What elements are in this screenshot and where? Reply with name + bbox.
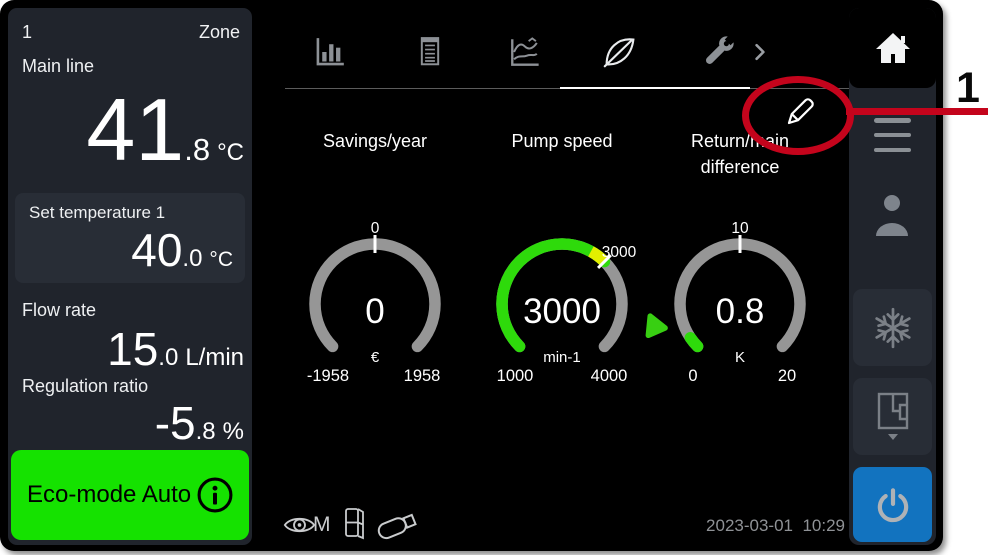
set-temperature-label: Set temperature 1 bbox=[29, 203, 165, 223]
home-icon bbox=[873, 29, 913, 67]
tabs-more-button[interactable] bbox=[745, 30, 775, 74]
gauge-unit: € bbox=[290, 349, 460, 366]
gauge-unit: K bbox=[655, 349, 825, 366]
chevron-right-icon bbox=[749, 35, 771, 69]
set-temperature-value: 40.0 °C bbox=[131, 227, 233, 273]
tab-eco[interactable] bbox=[598, 30, 642, 74]
menu-icon bbox=[874, 133, 911, 138]
monitor-eye-icon bbox=[283, 512, 316, 543]
flow-rate-value: 15.0L/min bbox=[107, 326, 244, 372]
annotation-circle bbox=[742, 76, 854, 155]
gauge-tick-label: 10 bbox=[655, 220, 825, 238]
datetime: 2023-03-01 10:29 bbox=[620, 516, 845, 536]
gauge-value: 3000 bbox=[477, 294, 647, 330]
user-icon bbox=[872, 192, 912, 238]
flow-rate-label: Flow rate bbox=[22, 300, 96, 321]
tab-settings[interactable] bbox=[696, 30, 740, 74]
gauge-max: 4000 bbox=[571, 367, 647, 386]
gauge-title-pump-speed: Pump speed bbox=[487, 128, 637, 154]
gauge-return-main-difference: 10 0.8 K 0 20 bbox=[655, 222, 825, 392]
gauge-min: 0 bbox=[655, 367, 731, 386]
gauge-unit: min-1 bbox=[477, 349, 647, 366]
zone-label: Zone bbox=[199, 22, 240, 43]
main-line-label: Main line bbox=[22, 56, 94, 77]
active-tab-underline bbox=[560, 87, 750, 89]
regulation-ratio-value-int: -5 bbox=[155, 400, 196, 446]
eco-mode-button[interactable]: Eco-mode Auto bbox=[11, 450, 249, 540]
main-line-unit: °C bbox=[217, 139, 244, 167]
gauge-min: -1958 bbox=[290, 367, 366, 386]
screenshot-stage: 1 Zone Main line 41.8°C Set temperature … bbox=[0, 0, 988, 555]
tab-statistics[interactable] bbox=[308, 30, 352, 74]
gauge-min: 1000 bbox=[477, 367, 553, 386]
sidebar-menu-button[interactable] bbox=[874, 118, 911, 152]
zone-panel[interactable]: 1 Zone Main line 41.8°C Set temperature … bbox=[8, 8, 252, 545]
set-temperature-value-int: 40 bbox=[131, 227, 182, 273]
regulation-ratio-unit: % bbox=[223, 418, 244, 446]
set-temperature-unit: °C bbox=[209, 248, 233, 272]
module-icon bbox=[343, 504, 367, 547]
annotation-number: 1 bbox=[948, 64, 988, 113]
gauge-title-savings: Savings/year bbox=[300, 128, 450, 154]
zones-icon bbox=[871, 391, 915, 443]
trend-icon bbox=[505, 32, 545, 72]
info-icon[interactable] bbox=[195, 475, 235, 515]
regulation-ratio-value-dec: .8 bbox=[196, 418, 216, 446]
gauge-tick-label: 0 bbox=[290, 220, 460, 238]
gauge-pump-speed: 3000 3000 min-1 1000 4000 bbox=[477, 222, 647, 392]
tab-log[interactable] bbox=[408, 30, 452, 74]
bar-chart-icon bbox=[311, 33, 349, 71]
power-icon bbox=[872, 484, 914, 526]
gauge-savings: 0 0 € -1958 1958 bbox=[290, 222, 460, 392]
sidebar-user-button[interactable] bbox=[872, 192, 912, 238]
zone-number: 1 bbox=[22, 22, 32, 43]
sidebar-defrost-button[interactable] bbox=[853, 289, 932, 366]
sidebar-home-button[interactable] bbox=[849, 8, 936, 88]
main-line-value: 41.8°C bbox=[86, 86, 244, 174]
regulation-ratio-label: Regulation ratio bbox=[22, 376, 148, 397]
eco-mode-label: Eco-mode Auto bbox=[27, 481, 195, 509]
snowflake-icon bbox=[870, 305, 916, 351]
sidebar bbox=[849, 8, 936, 545]
sidebar-zones-button[interactable] bbox=[853, 378, 932, 455]
flow-rate-value-dec: .0 bbox=[158, 344, 178, 372]
monitor-mode-letter: M bbox=[313, 513, 331, 537]
gauge-max: 20 bbox=[749, 367, 825, 386]
main-line-value-int: 41 bbox=[86, 86, 184, 174]
tab-trends[interactable] bbox=[503, 30, 547, 74]
usb-icon bbox=[374, 508, 424, 549]
document-icon bbox=[412, 33, 448, 71]
flow-rate-value-int: 15 bbox=[107, 326, 158, 372]
regulation-ratio-value: -5.8% bbox=[155, 400, 244, 446]
gauge-max: 1958 bbox=[384, 367, 460, 386]
leaf-icon bbox=[599, 31, 641, 73]
menu-icon bbox=[874, 118, 911, 123]
zone-header: 1 Zone bbox=[22, 22, 240, 43]
gauge-value: 0.8 bbox=[655, 294, 825, 330]
main-line-value-dec: .8 bbox=[184, 132, 210, 168]
set-temperature-box[interactable]: Set temperature 1 40.0 °C bbox=[15, 193, 245, 283]
sidebar-power-button[interactable] bbox=[853, 467, 932, 542]
gauge-tick-label: 3000 bbox=[602, 244, 636, 262]
gauge-value: 0 bbox=[290, 294, 460, 330]
menu-icon bbox=[874, 148, 911, 153]
set-temperature-value-dec: .0 bbox=[182, 245, 202, 273]
flow-rate-unit: L/min bbox=[185, 344, 244, 372]
wrench-icon bbox=[698, 32, 738, 72]
